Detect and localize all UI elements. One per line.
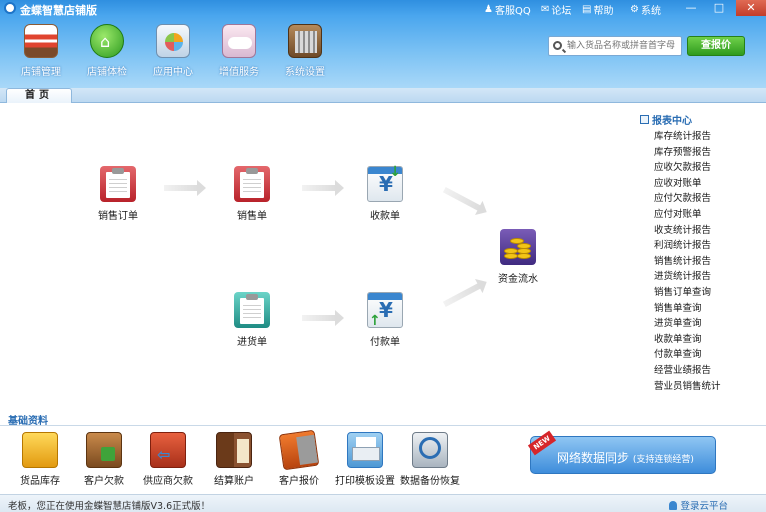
qq-support-link[interactable]: ♟ 客服QQ <box>484 2 531 17</box>
purchase-clipboard-icon <box>234 292 270 328</box>
printer-icon <box>347 432 383 468</box>
report-link[interactable]: 应收对账单 <box>654 176 760 192</box>
report-link[interactable]: 收支统计报告 <box>654 223 760 239</box>
report-icon <box>640 115 649 124</box>
toolbar-value-services[interactable]: 增值服务 <box>211 24 267 80</box>
cloud-service-icon <box>222 24 256 58</box>
basic-customer-debt[interactable]: 客户欠款 <box>71 432 137 487</box>
sync-sublabel: (支持连锁经营) <box>632 455 694 465</box>
app-logo-icon <box>4 2 16 14</box>
flow-sales-order[interactable]: 销售订单 <box>73 166 163 222</box>
minimize-button[interactable]: — <box>678 0 704 16</box>
payment-yen-icon: ¥ ↑ <box>367 292 403 329</box>
report-center-title: 报表中心 <box>640 112 760 127</box>
basic-customer-quote[interactable]: 客户报价 <box>266 429 332 487</box>
report-link[interactable]: 付款单查询 <box>654 347 760 363</box>
status-text: 老板，您正在使用金蝶智慧店铺版V3.6正式版！ <box>8 501 211 512</box>
report-list: 库存统计报告 库存预警报告 应收欠款报告 应收对账单 应付欠款报告 应付对账单 … <box>654 129 760 394</box>
flow-payment[interactable]: ¥ ↑ 付款单 <box>340 292 430 348</box>
basic-settlement-account[interactable]: 结算账户 <box>201 432 267 487</box>
network-sync-button[interactable]: NEW 网络数据同步 (支持连锁经营) <box>527 430 716 474</box>
report-link[interactable]: 应付对账单 <box>654 207 760 223</box>
flow-cash-flow[interactable]: 资金流水 <box>473 229 563 285</box>
report-link[interactable]: 应付欠款报告 <box>654 191 760 207</box>
cloud-login-link[interactable]: 登录云平台 <box>669 498 728 512</box>
goods-stock-icon <box>22 432 58 468</box>
report-link[interactable]: 销售单查询 <box>654 301 760 317</box>
report-link[interactable]: 应收欠款报告 <box>654 160 760 176</box>
user-icon <box>669 500 678 510</box>
report-link[interactable]: 库存统计报告 <box>654 129 760 145</box>
report-link[interactable]: 经营业绩报告 <box>654 363 760 379</box>
tab-home[interactable]: 首页 <box>6 88 72 103</box>
tab-bar: 首页 <box>0 88 766 103</box>
report-link[interactable]: 进货单查询 <box>654 316 760 332</box>
report-link[interactable]: 进货统计报告 <box>654 269 760 285</box>
search-icon <box>553 41 562 50</box>
report-link[interactable]: 收款单查询 <box>654 332 760 348</box>
store-icon <box>24 24 58 58</box>
account-book-icon <box>216 432 252 468</box>
flow-arrow <box>164 180 206 196</box>
system-link[interactable]: ⚙ 系统 <box>630 2 661 17</box>
forum-icon: ✉ <box>541 4 550 15</box>
toolbox-icon <box>288 24 322 58</box>
flow-sales[interactable]: 销售单 <box>207 166 297 222</box>
app-title: 金蝶智慧店铺版 <box>20 4 97 17</box>
basic-supplier-debt[interactable]: ⇦ 供应商欠款 <box>135 432 201 487</box>
status-bar: 老板，您正在使用金蝶智慧店铺版V3.6正式版！ 登录云平台 <box>0 494 766 512</box>
report-link[interactable]: 库存预警报告 <box>654 145 760 161</box>
basic-print-template[interactable]: 打印模板设置 <box>332 432 398 487</box>
receipt-yen-icon: ¥ ↓ <box>367 164 403 202</box>
title-bar: 金蝶智慧店铺版 ♟ 客服QQ ✉ 论坛 ▤ 帮助 ⚙ 系统 — □ ✕ <box>0 0 766 17</box>
toolbar-store-management[interactable]: 店铺管理 <box>13 24 69 80</box>
header: 金蝶智慧店铺版 ♟ 客服QQ ✉ 论坛 ▤ 帮助 ⚙ 系统 — □ ✕ 店铺管理… <box>0 0 766 88</box>
maximize-button[interactable]: □ <box>706 0 732 16</box>
new-badge: NEW <box>527 430 557 456</box>
basic-goods-stock[interactable]: 货品库存 <box>7 432 73 487</box>
gear-icon: ⚙ <box>630 4 639 15</box>
toolbar-system-settings[interactable]: 系统设置 <box>277 24 333 80</box>
help-link[interactable]: ▤ 帮助 <box>582 2 613 17</box>
forum-link[interactable]: ✉ 论坛 <box>541 2 571 17</box>
divider <box>0 425 766 426</box>
price-tag-icon <box>278 429 320 471</box>
flow-arrow <box>442 186 482 212</box>
customer-debt-icon <box>86 432 122 468</box>
toolbar-app-center[interactable]: 应用中心 <box>145 24 201 80</box>
flow-arrow <box>302 180 344 196</box>
report-center: 报表中心 库存统计报告 库存预警报告 应收欠款报告 应收对账单 应付欠款报告 应… <box>640 112 760 394</box>
flow-arrow <box>302 310 344 326</box>
report-link[interactable]: 销售统计报告 <box>654 254 760 270</box>
cash-flow-coins-icon <box>500 229 536 265</box>
report-link[interactable]: 利润统计报告 <box>654 238 760 254</box>
basic-data-backup[interactable]: 数据备份恢复 <box>397 432 463 487</box>
toolbar-store-check[interactable]: ⌂ 店铺体检 <box>79 24 135 80</box>
search-input[interactable] <box>567 39 679 53</box>
home-check-icon: ⌂ <box>90 24 124 58</box>
sales-order-clipboard-icon <box>100 166 136 202</box>
report-link[interactable]: 营业员销售统计 <box>654 379 760 395</box>
flow-purchase[interactable]: 进货单 <box>207 292 297 348</box>
check-price-button[interactable]: 查报价 <box>687 36 745 56</box>
close-button[interactable]: ✕ <box>736 0 766 16</box>
sales-clipboard-icon <box>234 166 270 202</box>
app-center-icon <box>156 24 190 58</box>
search-box <box>548 36 682 56</box>
backup-restore-icon <box>412 432 448 468</box>
flow-receipt[interactable]: ¥ ↓ 收款单 <box>340 164 430 222</box>
qq-icon: ♟ <box>484 4 493 15</box>
report-link[interactable]: 销售订单查询 <box>654 285 760 301</box>
sync-label: 网络数据同步 <box>557 451 630 465</box>
flow-arrow <box>442 282 482 308</box>
help-icon: ▤ <box>582 4 592 15</box>
supplier-debt-icon: ⇦ <box>150 432 186 468</box>
